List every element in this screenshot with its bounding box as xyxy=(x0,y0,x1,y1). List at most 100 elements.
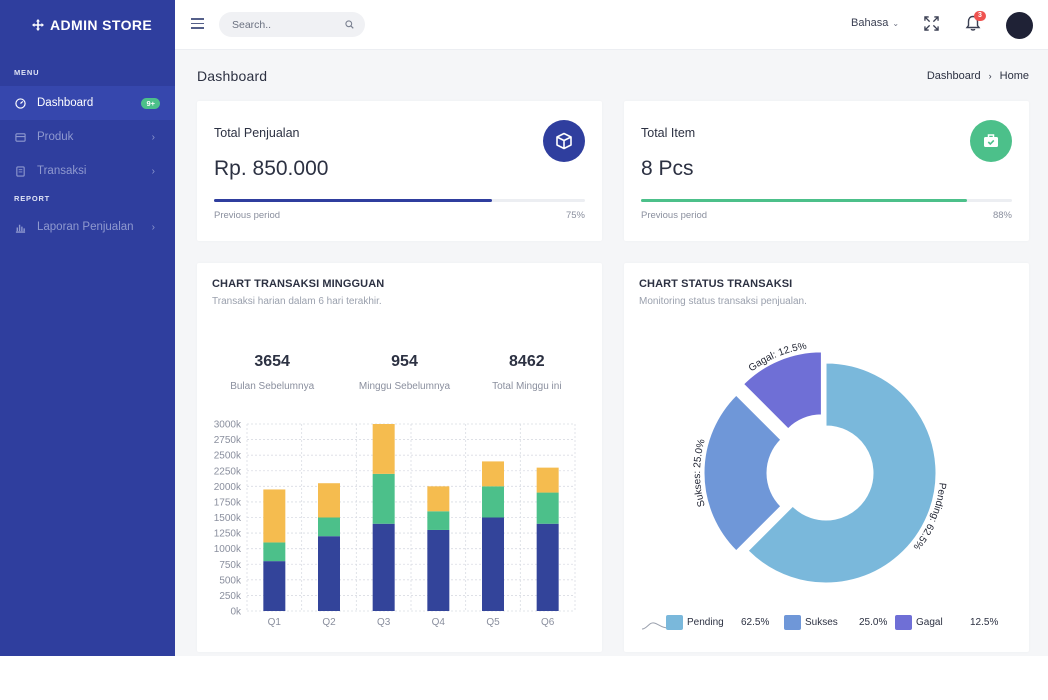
search-icon[interactable] xyxy=(345,20,354,29)
bar-segment[interactable] xyxy=(427,511,450,530)
kpi-bulan-sebelumnya: 3654 Bulan Sebelumnya xyxy=(212,353,332,392)
sidebar-item-label: Dashboard xyxy=(37,97,94,109)
progress-fill xyxy=(214,199,493,202)
chevron-right-icon: › xyxy=(151,165,155,177)
report-section-label: REPORT xyxy=(14,194,51,203)
avatar[interactable] xyxy=(1006,12,1033,39)
bar-segment[interactable] xyxy=(427,486,450,512)
bar-segment[interactable] xyxy=(482,461,504,487)
sidebar-item-transaksi[interactable]: Transaksi › xyxy=(0,154,175,188)
breadcrumb-home[interactable]: Home xyxy=(1000,70,1029,82)
progress-bar xyxy=(214,199,585,202)
fullscreen-icon[interactable] xyxy=(924,16,939,31)
kpi-value: 954 xyxy=(391,353,418,370)
y-tick-label: 2000k xyxy=(214,482,242,493)
search-box xyxy=(219,12,365,37)
stat-value: Rp. 850.000 xyxy=(214,157,329,180)
bar-segment[interactable] xyxy=(372,424,395,474)
sidebar-item-dashboard[interactable]: Dashboard 9+ xyxy=(0,86,175,120)
brand[interactable]: ADMIN STORE xyxy=(0,0,175,50)
period-label: Previous period xyxy=(641,210,708,221)
x-tick-label: Q4 xyxy=(432,617,446,628)
notification-badge: 3 xyxy=(974,11,986,21)
page-title: Dashboard xyxy=(197,68,268,84)
bar-segment[interactable] xyxy=(427,529,450,611)
y-tick-label: 250k xyxy=(219,591,242,602)
kpi-value: 3654 xyxy=(254,353,290,370)
bar-segment[interactable] xyxy=(263,489,286,543)
stat-card-total-item: Total Item 8 Pcs Previous period 88% xyxy=(624,101,1029,241)
stat-title: Total Item xyxy=(641,126,696,140)
kpi-label: Bulan Sebelumnya xyxy=(230,381,315,392)
y-tick-label: 1250k xyxy=(214,529,242,540)
language-dropdown[interactable]: Bahasa ⌄ xyxy=(851,17,899,29)
y-tick-label: 1000k xyxy=(214,544,242,555)
bar-segment[interactable] xyxy=(318,536,340,611)
sidebar-item-laporan-penjualan[interactable]: Laporan Penjualan › xyxy=(0,210,175,244)
kpi-row: 3654 Bulan Sebelumnya 954 Minggu Sebelum… xyxy=(212,353,587,392)
legend-value: 12.5% xyxy=(970,617,999,628)
stat-title: Total Penjualan xyxy=(214,126,300,140)
x-tick-label: Q3 xyxy=(377,617,391,628)
x-tick-label: Q2 xyxy=(322,617,336,628)
y-tick-label: 1500k xyxy=(214,513,242,524)
bar-segment[interactable] xyxy=(536,492,559,524)
legend-swatch xyxy=(666,615,683,630)
legend-label: Sukses xyxy=(805,617,838,628)
stat-footer: Previous period 88% xyxy=(641,210,1012,221)
legend-label: Pending xyxy=(687,617,724,628)
bar-segment[interactable] xyxy=(263,561,286,611)
legend-label: Gagal xyxy=(916,617,943,628)
cube-icon xyxy=(543,120,585,162)
kpi-value: 8462 xyxy=(509,353,545,370)
stacked-bar-chart: 0k 250k 500k 750k 1000k 1250k 1500k 1750k 2000k 2… xyxy=(214,420,576,628)
x-tick-label: Q5 xyxy=(486,617,500,628)
percent-label: 88% xyxy=(992,210,1012,221)
language-label: Bahasa xyxy=(851,17,889,29)
clipboard-icon xyxy=(14,165,26,177)
hamburger-menu-icon[interactable] xyxy=(191,18,204,29)
chevron-right-icon: › xyxy=(988,71,992,81)
legend-item-gagal[interactable]: Gagal 12.5% xyxy=(895,615,998,630)
bar-segment[interactable] xyxy=(318,517,340,537)
app-window: ADMIN STORE MENU Dashboard 9+ Produk › T… xyxy=(0,0,1048,656)
bar-segment[interactable] xyxy=(482,517,504,612)
legend-item-sukses[interactable]: Sukses 25.0% xyxy=(784,615,887,630)
x-tick-label: Q1 xyxy=(268,617,282,628)
box-icon xyxy=(14,131,26,143)
briefcase-icon xyxy=(970,120,1012,162)
stat-card-total-penjualan: Total Penjualan Rp. 850.000 Previous per… xyxy=(197,101,602,241)
stat-footer: Previous period 75% xyxy=(214,210,585,221)
search-input[interactable] xyxy=(219,12,339,37)
breadcrumb-dashboard[interactable]: Dashboard xyxy=(927,70,981,82)
legend-swatch xyxy=(784,615,801,630)
sidebar-item-label: Transaksi xyxy=(37,165,87,177)
dashboard-badge: 9+ xyxy=(141,97,160,109)
card-subtitle: Monitoring status transaksi penjualan. xyxy=(639,296,807,307)
card-subtitle: Transaksi harian dalam 6 hari terakhir. xyxy=(212,296,382,307)
y-tick-label: 2500k xyxy=(214,451,242,462)
bar-segment[interactable] xyxy=(318,483,340,518)
bar-segment[interactable] xyxy=(263,542,286,562)
progress-bar xyxy=(641,199,1012,202)
breadcrumb: Dashboard › Home xyxy=(927,70,1029,82)
bar-segment[interactable] xyxy=(482,486,504,518)
donut-slice[interactable] xyxy=(703,394,782,552)
sidebar-item-produk[interactable]: Produk › xyxy=(0,120,175,154)
bar-segment[interactable] xyxy=(372,473,395,524)
bar-segment[interactable] xyxy=(536,523,559,611)
kpi-total-minggu-ini: 8462 Total Minggu ini xyxy=(467,353,587,392)
chart-icon xyxy=(14,221,26,233)
y-tick-label: 0k xyxy=(230,607,242,618)
sidebar-item-label: Produk xyxy=(37,131,74,143)
bar-segment[interactable] xyxy=(372,523,395,611)
donut-chart: Pending: 62.5%Sukses: 25.0%Gagal: 12.5% xyxy=(692,343,948,584)
legend-item-pending[interactable]: Pending 62.5% xyxy=(666,615,769,630)
y-tick-label: 3000k xyxy=(214,420,242,431)
bar-segment[interactable] xyxy=(536,467,559,493)
chevron-right-icon: › xyxy=(151,131,155,143)
y-tick-label: 500k xyxy=(219,575,242,586)
sidebar-item-label: Laporan Penjualan xyxy=(37,221,134,233)
period-label: Previous period xyxy=(214,210,281,221)
stat-value: 8 Pcs xyxy=(641,157,694,180)
